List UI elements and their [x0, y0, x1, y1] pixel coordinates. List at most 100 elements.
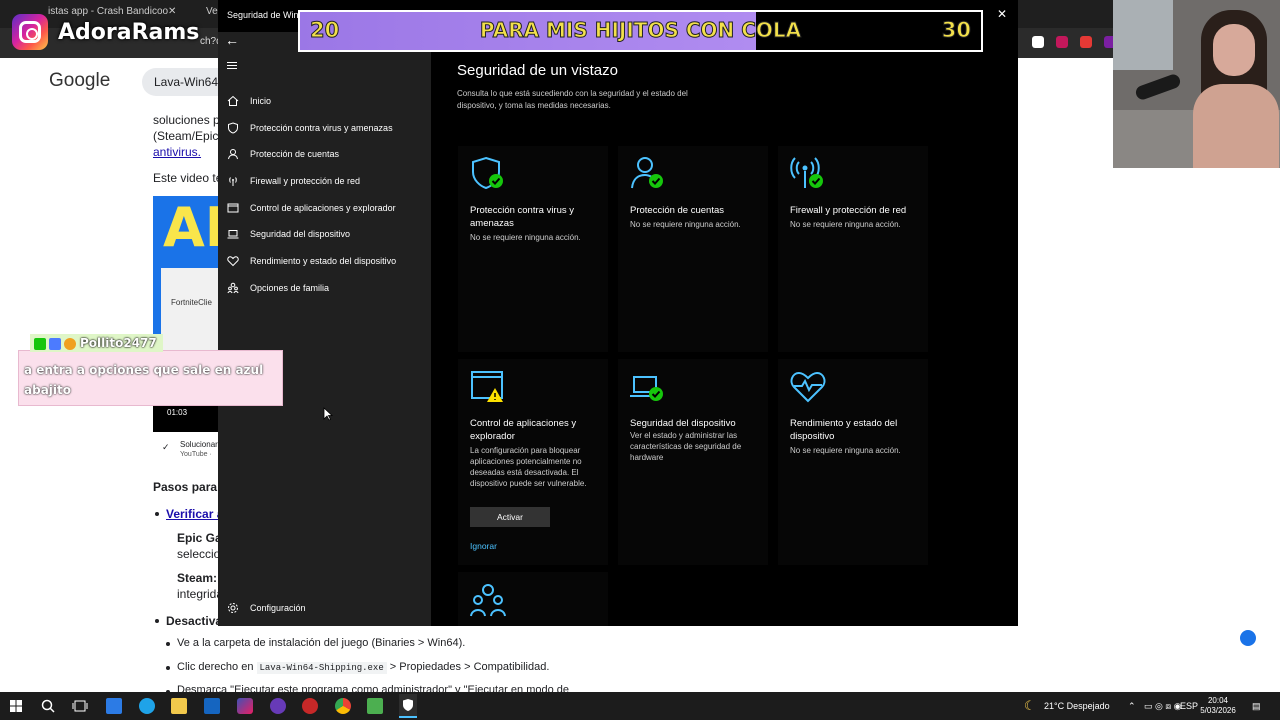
nav-item-label: Inicio	[250, 96, 272, 106]
extension-icon[interactable]	[1080, 36, 1092, 48]
task-view-icon[interactable]	[72, 698, 88, 714]
thumbnail-inner-text: FortniteClie	[171, 298, 212, 307]
chevron-up-icon[interactable]: ⌃	[1128, 701, 1136, 712]
extension-icon[interactable]	[1056, 36, 1068, 48]
moon-weather-icon: ☾	[1024, 698, 1036, 713]
nav-item-settings[interactable]: Configuración	[218, 596, 431, 620]
thumbnail-letters: AI	[163, 196, 223, 259]
chat-message-box: a entra a opciones que sale en azul abaj…	[18, 350, 283, 406]
nav-item-device-security[interactable]: Seguridad del dispositivo	[218, 222, 431, 246]
badge-icon	[34, 338, 46, 350]
snippet-link[interactable]: antivirus.	[153, 145, 201, 159]
app-icon[interactable]	[237, 698, 253, 714]
tile-account-protection[interactable]: Protección de cuentas No se requiere nin…	[618, 146, 768, 352]
stream-goal-banner: PARA MIS HIJITOS CON COLA 20 30	[298, 10, 983, 52]
windows-security-taskbar-button[interactable]	[399, 694, 417, 718]
nav-item-account-protection[interactable]: Protección de cuentas	[218, 142, 431, 166]
chrome-icon[interactable]	[335, 698, 351, 714]
step-deactivate: Desactiva	[166, 614, 223, 628]
close-icon[interactable]: ✕	[992, 7, 1012, 21]
windows-start-icon[interactable]	[8, 698, 24, 714]
video-title[interactable]: Solucionar	[180, 440, 218, 449]
nav-item-label: Rendimiento y estado del dispositivo	[250, 256, 397, 266]
tile-device-performance[interactable]: Rendimiento y estado del dispositivo No …	[778, 359, 928, 565]
steps-title: Pasos para s	[153, 480, 228, 494]
tile-title: Seguridad del dispositivo	[630, 418, 736, 429]
browser-warning-icon	[470, 369, 506, 410]
tile-status: No se requiere ninguna acción.	[630, 220, 741, 229]
activate-button[interactable]: Activar	[470, 507, 550, 527]
bullet	[155, 619, 159, 623]
clock-time: 20:04	[1207, 696, 1229, 705]
nav-item-firewall[interactable]: Firewall y protección de red	[218, 169, 431, 193]
notification-icon[interactable]: ▤	[1252, 701, 1261, 712]
goal-current: 20	[309, 18, 340, 43]
google-logo[interactable]: Google	[49, 70, 110, 92]
tile-status: No se requiere ninguna acción.	[790, 446, 901, 455]
tile-title: Protección contra virus y amenazas	[470, 205, 575, 229]
goal-target: 30	[941, 18, 971, 43]
recording-app-icon[interactable]	[302, 698, 318, 714]
nav-item-label: Protección contra virus y amenazas	[250, 123, 393, 133]
hamburger-menu-icon[interactable]	[227, 62, 237, 71]
nav-item-label: Configuración	[250, 603, 306, 613]
tile-status: No se requiere ninguna acción.	[470, 233, 581, 242]
streamer-face	[1213, 24, 1255, 76]
nvidia-icon[interactable]	[367, 698, 383, 714]
tile-status: No se requiere ninguna acción.	[790, 220, 901, 229]
shield-check-icon	[470, 156, 506, 197]
bullet	[166, 642, 170, 646]
snippet-text: soluciones pri	[153, 113, 227, 127]
microphone-icon	[1133, 72, 1183, 102]
sparkle-icon[interactable]	[1240, 630, 1256, 646]
step-verify[interactable]: Verificar a	[166, 507, 223, 521]
language-indicator[interactable]: ESP	[1180, 701, 1198, 711]
instagram-overlay: AdoraRams	[12, 14, 199, 50]
tile-status: Ver el estado y administrar las caracter…	[630, 431, 742, 462]
back-arrow-icon[interactable]: ←	[225, 32, 239, 48]
tile-title: Control de aplicaciones y explorador	[470, 418, 577, 442]
nav-item-virus-protection[interactable]: Protección contra virus y amenazas	[218, 116, 431, 140]
browser-tab-2[interactable]: Ve	[206, 6, 218, 17]
instagram-handle: AdoraRams	[58, 19, 200, 45]
tile-firewall[interactable]: Firewall y protección de red No se requi…	[778, 146, 928, 352]
laptop-icon	[226, 227, 240, 241]
taskbar: ☾ 21°C Despejado ⌃ ▭ ◎ ⧈ ◉ ESP 20:04 5/0…	[0, 692, 1280, 720]
tile-virus-protection[interactable]: Protección contra virus y amenazas No se…	[458, 146, 608, 352]
ignore-link[interactable]: Ignorar	[470, 541, 497, 551]
weather-text[interactable]: 21°C Despejado	[1044, 701, 1110, 711]
tile-title: Protección de cuentas	[630, 205, 725, 216]
antenna-check-icon	[790, 156, 826, 197]
step-epic: Epic Ga	[177, 531, 222, 545]
video-label: Este video te	[153, 171, 223, 185]
youtube-icon: ✓	[162, 442, 170, 452]
system-clock[interactable]: 20:04 5/03/2026	[1198, 696, 1238, 716]
tray-icons[interactable]: ▭ ◎ ⧈ ◉	[1144, 701, 1181, 712]
obs-icon[interactable]	[270, 698, 286, 714]
tile-family-options[interactable]	[458, 572, 608, 626]
nav-item-label: Seguridad del dispositivo	[250, 229, 351, 239]
outlook-icon[interactable]	[204, 698, 220, 714]
tile-device-security[interactable]: Seguridad del dispositivo Ver el estado …	[618, 359, 768, 565]
step-line-folder: Ve a la carpeta de instalación del juego…	[177, 637, 466, 649]
family-icon	[226, 281, 240, 295]
tile-app-browser-control[interactable]: Control de aplicaciones y explorador La …	[458, 359, 608, 565]
video-source: YouTube ·	[180, 451, 212, 458]
nav-item-app-browser-control[interactable]: Control de aplicaciones y explorador	[218, 196, 431, 220]
nav-item-label: Opciones de familia	[250, 283, 330, 293]
extension-icon[interactable]	[1032, 36, 1044, 48]
nav-item-device-performance[interactable]: Rendimiento y estado del dispositivo	[218, 249, 431, 273]
nav-item-inicio[interactable]: Inicio	[218, 89, 431, 113]
tile-title: Firewall y protección de red	[790, 205, 907, 216]
edge-icon[interactable]	[139, 698, 155, 714]
file-explorer-icon[interactable]	[171, 698, 187, 714]
navigation-pane: ← Inicio Protección contra virus y amena…	[218, 32, 431, 626]
home-icon	[226, 94, 240, 108]
store-icon[interactable]	[106, 698, 122, 714]
nav-item-family-options[interactable]: Opciones de familia	[218, 276, 431, 300]
search-icon[interactable]	[40, 698, 56, 714]
bullet	[166, 666, 170, 670]
badge-icon	[49, 338, 61, 350]
tile-title: Rendimiento y estado del dispositivo	[790, 418, 898, 442]
webcam-background	[1113, 0, 1173, 70]
